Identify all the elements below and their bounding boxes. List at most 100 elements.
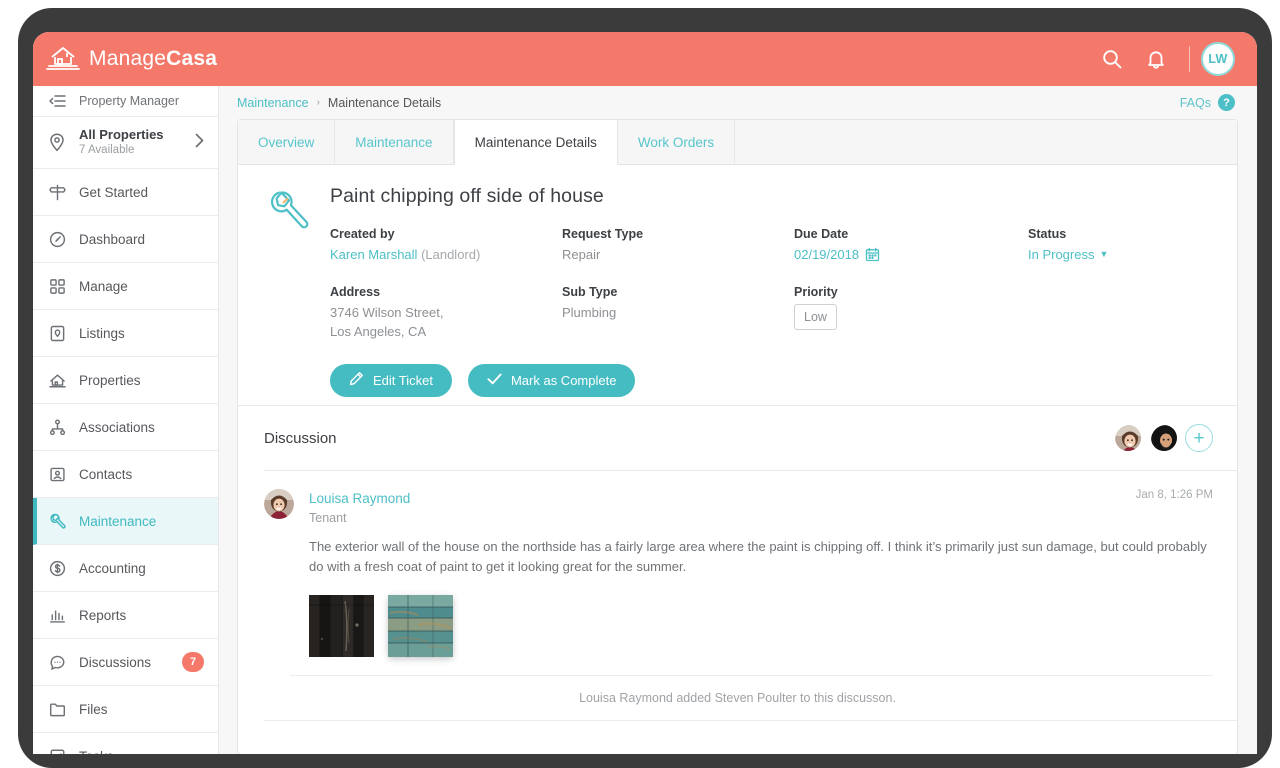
sidebar-item-contacts[interactable]: Contacts [33, 451, 218, 498]
field-value: Plumbing [562, 305, 616, 320]
all-properties-text: All Properties 7 Available [79, 127, 164, 158]
sidebar-item-label: Dashboard [79, 232, 145, 247]
sidebar-item-label: Maintenance [79, 514, 156, 529]
listing-pin-icon [49, 325, 79, 342]
dollar-circle-icon [49, 560, 79, 577]
post-author-meta: Louisa Raymond Tenant [309, 489, 410, 527]
speech-bubble-icon [49, 654, 79, 671]
sidebar-item-label: Manage [79, 279, 128, 294]
sidebar-item-listings[interactable]: Listings [33, 310, 218, 357]
sidebar-item-label: Get Started [79, 185, 148, 200]
user-avatar[interactable]: LW [1201, 42, 1235, 76]
sidebar-item-reports[interactable]: Reports [33, 592, 218, 639]
teal-weathered-wood-thumbnail[interactable] [388, 595, 453, 657]
discussion-header: Discussion [238, 406, 1237, 470]
app-window: ManageCasa LW [33, 32, 1257, 754]
field-sub-type: Sub Type Plumbing [562, 285, 794, 342]
sidebar-item-associations[interactable]: Associations [33, 404, 218, 451]
priority-chip[interactable]: Low [794, 304, 837, 330]
ticket-title: Paint chipping off side of house [330, 185, 1237, 208]
grid-squares-icon [49, 278, 79, 295]
tab-label: Overview [258, 135, 314, 150]
sidebar-item-tasks[interactable]: Tasks [33, 733, 218, 754]
org-tree-icon [49, 419, 79, 436]
sidebar-item-label: Discussions [79, 655, 151, 670]
check-icon [487, 372, 502, 389]
button-label: Mark as Complete [511, 373, 616, 388]
chevron-down-icon[interactable]: ▼ [1099, 249, 1108, 259]
breadcrumb-parent[interactable]: Maintenance [237, 96, 309, 110]
wrench-icon [266, 189, 310, 240]
sidebar-item-maintenance[interactable]: Maintenance [33, 498, 218, 545]
contact-card-icon [49, 466, 79, 483]
mark-as-complete-button[interactable]: Mark as Complete [468, 364, 635, 397]
post-author-avatar[interactable] [264, 489, 294, 519]
sidebar-badge: 7 [182, 652, 204, 672]
field-label: Sub Type [562, 285, 794, 299]
sidebar-item-manage[interactable]: Manage [33, 263, 218, 310]
signpost-icon [49, 184, 79, 201]
dark-wood-planks-thumbnail[interactable] [309, 595, 374, 657]
field-value-status[interactable]: In Progress [1028, 247, 1094, 262]
sidebar-item-all-properties[interactable]: All Properties 7 Available [33, 117, 218, 169]
all-properties-title: All Properties [79, 127, 164, 144]
field-value-date[interactable]: 02/19/2018 [794, 247, 859, 262]
field-priority: PriorityLow [794, 285, 1028, 342]
main-content: Maintenance › Maintenance Details FAQs ?… [219, 86, 1257, 754]
field-label: Request Type [562, 227, 794, 241]
sidebar-item-files[interactable]: Files [33, 686, 218, 733]
tab-work-orders[interactable]: Work Orders [618, 120, 735, 164]
sidebar-item-dashboard[interactable]: Dashboard [33, 216, 218, 263]
sidebar-item-label: Listings [79, 326, 125, 341]
search-icon[interactable] [1090, 37, 1134, 81]
tab-label: Work Orders [638, 135, 714, 150]
tab-maintenance-details[interactable]: Maintenance Details [454, 120, 618, 165]
all-properties-subtitle: 7 Available [79, 143, 164, 158]
brand-text: ManageCasa [89, 47, 217, 71]
faqs-link[interactable]: FAQs ? [1180, 94, 1235, 111]
breadcrumb-separator: › [317, 97, 320, 108]
sidebar-item-accounting[interactable]: Accounting [33, 545, 218, 592]
field-value-suffix: (Landlord) [421, 247, 480, 262]
list-toggle-icon [49, 94, 79, 108]
map-pin-icon [49, 133, 79, 152]
details-card: Overview MaintenanceMaintenance Details Wo… [237, 119, 1238, 754]
brand-bold: Casa [166, 47, 217, 70]
field-due-date: Due Date 02/19/2018 [794, 227, 1028, 268]
field-value: Repair [562, 247, 600, 262]
breadcrumb: Maintenance › Maintenance Details FAQs ? [219, 86, 1257, 119]
sidebar-item-label: Files [79, 702, 108, 717]
field-label: Due Date [794, 227, 1028, 241]
faqs-label: FAQs [1180, 96, 1211, 110]
notification-bell-icon[interactable] [1134, 37, 1178, 81]
post-author-name[interactable]: Louisa Raymond [309, 489, 410, 509]
tab-overview[interactable]: Overview [238, 120, 335, 164]
sidebar-item-discussions[interactable]: Discussions 7 [33, 639, 218, 686]
button-label: Edit Ticket [373, 373, 433, 388]
add-participant-button[interactable]: + [1185, 424, 1213, 452]
calendar-icon[interactable] [865, 247, 880, 268]
brand-logo[interactable]: ManageCasa [46, 43, 217, 76]
field-label: Created by [330, 227, 562, 241]
participant-2-avatar[interactable] [1149, 423, 1179, 453]
system-note-divider [264, 720, 1237, 721]
post-body: The exterior wall of the house on the no… [309, 537, 1209, 577]
sidebar-item-get-started[interactable]: Get Started [33, 169, 218, 216]
edit-ticket-button[interactable]: Edit Ticket [330, 364, 452, 397]
field-label: Address [330, 285, 562, 299]
help-question-icon: ? [1218, 94, 1235, 111]
house-icon [49, 372, 79, 389]
tab-maintenance[interactable]: Maintenance [335, 120, 453, 164]
chevron-right-icon[interactable] [195, 133, 204, 152]
participant-1-avatar[interactable] [1113, 423, 1143, 453]
sidebar-nav-list: Get Started Dashboard Manage Listings Proper… [33, 169, 218, 754]
wrench-icon [49, 513, 79, 530]
sidebar-item-label: Properties [79, 373, 141, 388]
field-value-link[interactable]: Karen Marshall [330, 247, 417, 262]
sidebar-item-properties[interactable]: Properties [33, 357, 218, 404]
sidebar-header-property-manager[interactable]: Property Manager [33, 86, 218, 117]
field-label: Status [1028, 227, 1237, 241]
pencil-icon [349, 371, 364, 389]
managecasa-house-icon [46, 43, 80, 76]
field-request-type: Request Type Repair [562, 227, 794, 268]
